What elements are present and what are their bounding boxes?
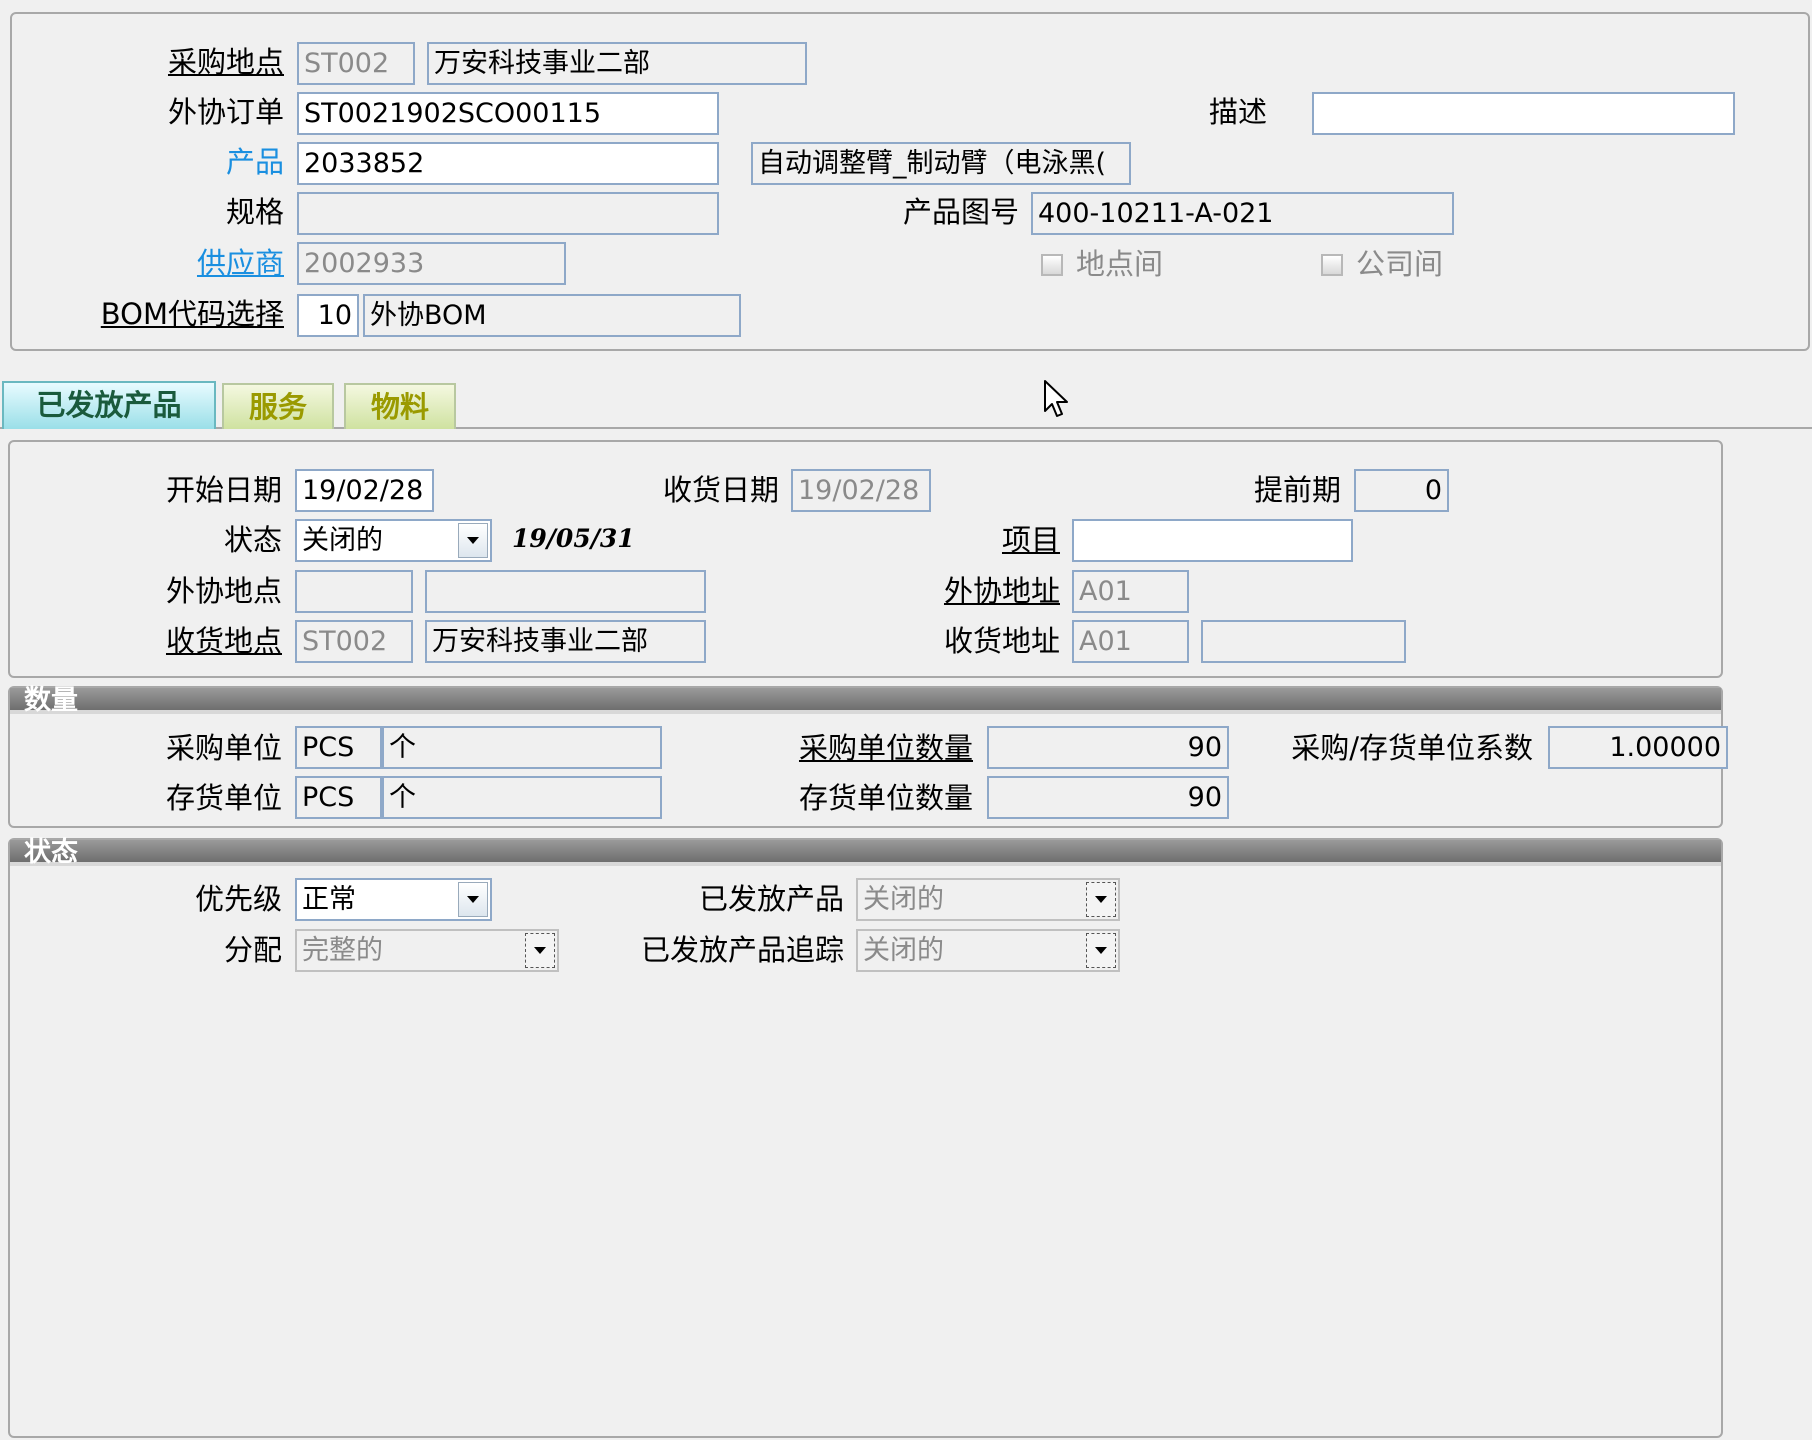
purchase-unit-label: 采购单位 xyxy=(165,731,282,765)
status-date: 19/05/31 xyxy=(512,524,635,553)
sub-address-label[interactable]: 外协地址 xyxy=(944,574,1060,608)
spec-label: 规格 xyxy=(225,195,284,229)
chevron-down-icon[interactable] xyxy=(458,523,488,558)
description-label: 描述 xyxy=(1208,95,1267,129)
inter-site-label: 地点间 xyxy=(1076,247,1164,281)
start-date-label: 开始日期 xyxy=(165,473,282,507)
stock-unit-label: 存货单位 xyxy=(165,781,282,815)
priority-dropdown[interactable]: 正常 xyxy=(295,878,492,921)
project-field[interactable] xyxy=(1072,519,1353,562)
tab-material[interactable]: 物料 xyxy=(344,383,456,429)
chevron-down-icon xyxy=(525,933,555,968)
bom-label[interactable]: BOM代码选择 xyxy=(101,297,284,331)
lead-time-label: 提前期 xyxy=(1253,473,1341,507)
description-field[interactable] xyxy=(1312,92,1735,135)
tab-service[interactable]: 服务 xyxy=(222,383,334,429)
receive-address-extra-field xyxy=(1201,620,1406,663)
sub-site-label: 外协地点 xyxy=(165,574,282,608)
allocation-value: 完整的 xyxy=(302,935,383,966)
allocation-dropdown: 完整的 xyxy=(295,929,559,972)
released-product-dropdown: 关闭的 xyxy=(856,878,1120,921)
receive-address-label: 收货地址 xyxy=(943,624,1060,658)
product-label[interactable]: 产品 xyxy=(226,145,284,179)
allocation-label: 分配 xyxy=(223,933,282,967)
priority-label: 优先级 xyxy=(194,882,282,916)
purchase-site-name: 万安科技事业二部 xyxy=(427,42,807,85)
inter-company-label: 公司间 xyxy=(1356,247,1444,281)
released-tracking-dropdown: 关闭的 xyxy=(856,929,1120,972)
product-code-field[interactable]: 2033852 xyxy=(297,142,719,185)
released-tracking-value: 关闭的 xyxy=(863,935,944,966)
released-product-value: 关闭的 xyxy=(863,884,944,915)
sub-address-field: A01 xyxy=(1072,570,1189,613)
status-group xyxy=(8,838,1723,1438)
released-tracking-label: 已发放产品追踪 xyxy=(640,933,844,967)
purchase-site-code: ST002 xyxy=(297,42,415,85)
status-label: 状态 xyxy=(223,523,282,557)
quantity-section-title: 数量 xyxy=(10,687,1721,714)
conversion-field: 1.00000 xyxy=(1548,726,1728,769)
stock-unit-name-field: 个 xyxy=(382,776,662,819)
chevron-down-icon xyxy=(1086,882,1116,917)
receive-site-label[interactable]: 收货地点 xyxy=(166,624,282,658)
receive-address-field: A01 xyxy=(1072,620,1189,663)
purchase-site-label[interactable]: 采购地点 xyxy=(168,45,284,79)
inter-site-checkbox[interactable] xyxy=(1041,254,1063,276)
stock-qty-field: 90 xyxy=(987,776,1229,819)
priority-value: 正常 xyxy=(302,884,356,915)
subcontract-order-label: 外协订单 xyxy=(167,95,284,129)
released-product-label: 已发放产品 xyxy=(698,882,844,916)
purchase-qty-field: 90 xyxy=(987,726,1229,769)
conversion-label: 采购/存货单位系数 xyxy=(1291,731,1533,765)
receive-date-field: 19/02/28 xyxy=(791,469,931,512)
bom-code-field[interactable]: 10 xyxy=(297,294,359,337)
supplier-field: 2002933 xyxy=(297,242,566,285)
chevron-down-icon xyxy=(1086,933,1116,968)
drawing-no-label: 产品图号 xyxy=(902,195,1019,229)
receive-site-code-field: ST002 xyxy=(295,620,413,663)
sub-site-name-field xyxy=(425,570,706,613)
receive-site-name-field: 万安科技事业二部 xyxy=(425,620,706,663)
purchase-qty-label[interactable]: 采购单位数量 xyxy=(799,731,973,765)
product-name-field: 自动调整臂_制动臂（电泳黑( xyxy=(751,142,1131,185)
chevron-down-icon[interactable] xyxy=(458,882,488,917)
status-value: 关闭的 xyxy=(302,525,383,556)
drawing-no-field: 400-10211-A-021 xyxy=(1031,192,1454,235)
subcontract-order-field[interactable]: ST0021902SCO00115 xyxy=(297,92,719,135)
mouse-pointer-icon xyxy=(1044,380,1068,417)
purchase-unit-code-field: PCS xyxy=(295,726,382,769)
sub-site-code-field xyxy=(295,570,413,613)
lead-time-field: 0 xyxy=(1354,469,1449,512)
spec-field xyxy=(297,192,719,235)
stock-unit-code-field: PCS xyxy=(295,776,382,819)
start-date-field[interactable]: 19/02/28 xyxy=(295,469,434,512)
project-label[interactable]: 项目 xyxy=(1002,523,1060,557)
receive-date-label: 收货日期 xyxy=(662,473,779,507)
tab-released-product[interactable]: 已发放产品 xyxy=(2,381,216,429)
bom-name-field: 外协BOM xyxy=(363,294,741,337)
status-section-title: 状态 xyxy=(10,839,1721,866)
purchase-unit-name-field: 个 xyxy=(382,726,662,769)
inter-company-checkbox[interactable] xyxy=(1321,254,1343,276)
stock-qty-label: 存货单位数量 xyxy=(798,781,973,815)
status-dropdown[interactable]: 关闭的 xyxy=(295,519,492,562)
supplier-label[interactable]: 供应商 xyxy=(197,246,284,280)
